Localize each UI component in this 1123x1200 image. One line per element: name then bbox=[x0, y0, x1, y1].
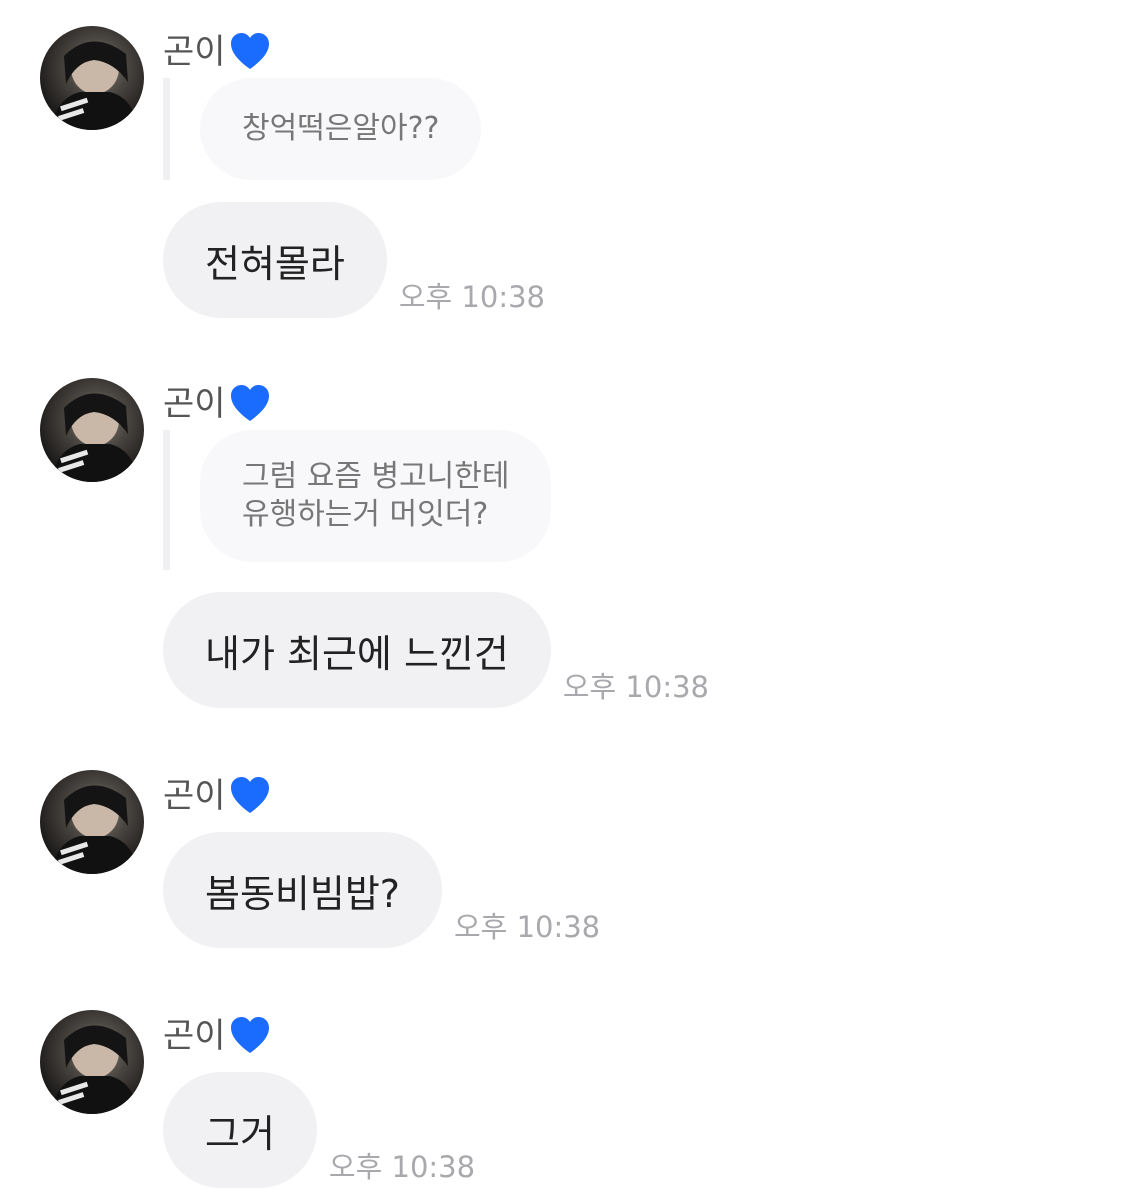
sender-label: 곤이 bbox=[163, 380, 272, 428]
quoted-message: 창억떡은알아?? bbox=[200, 78, 482, 180]
avatar[interactable] bbox=[40, 1010, 144, 1114]
quoted-reply[interactable]: 그럼 요즘 병고니한테 유행하는거 머잇더? bbox=[163, 430, 552, 570]
sender-name: 곤이 bbox=[163, 384, 226, 424]
message-group: 곤이 그럼 요즘 병고니한테 유행하는거 머잇더? 내가 최근에 느낀건 오후 … bbox=[0, 378, 1123, 718]
blue-heart-icon bbox=[230, 1017, 269, 1053]
message-group: 곤이 그거 오후 10:38 bbox=[0, 1010, 1123, 1190]
message-time: 오후 10:38 bbox=[398, 280, 545, 314]
blue-heart-icon bbox=[230, 385, 269, 421]
message-bubble[interactable]: 봄동비빔밥? bbox=[163, 832, 442, 948]
message-time: 오후 10:38 bbox=[453, 910, 601, 944]
blue-heart-icon bbox=[230, 33, 269, 69]
blue-heart-icon bbox=[230, 777, 269, 813]
quoted-reply[interactable]: 창억떡은알아?? bbox=[163, 78, 482, 180]
message-bubble[interactable]: 그거 bbox=[163, 1072, 317, 1188]
message-row: 그거 오후 10:38 bbox=[163, 1072, 475, 1188]
avatar[interactable] bbox=[40, 770, 144, 874]
message-bubble[interactable]: 내가 최근에 느낀건 bbox=[163, 592, 551, 708]
message-group: 곤이 봄동비빔밥? 오후 10:38 bbox=[0, 770, 1123, 950]
message-group: 곤이 창억떡은알아?? 전혀몰라 오후 10:38 bbox=[0, 26, 1123, 326]
message-time: 오후 10:38 bbox=[328, 1150, 476, 1184]
quoted-message: 그럼 요즘 병고니한테 유행하는거 머잇더? bbox=[200, 430, 552, 562]
message-bubble[interactable]: 전혀몰라 bbox=[163, 202, 387, 318]
message-row: 봄동비빔밥? 오후 10:38 bbox=[163, 832, 600, 948]
sender-label: 곤이 bbox=[163, 1012, 272, 1060]
avatar[interactable] bbox=[40, 26, 144, 130]
sender-name: 곤이 bbox=[163, 776, 226, 816]
message-time: 오후 10:38 bbox=[562, 670, 709, 704]
message-row: 내가 최근에 느낀건 오후 10:38 bbox=[163, 592, 709, 708]
avatar[interactable] bbox=[40, 378, 144, 482]
sender-label: 곤이 bbox=[163, 28, 272, 76]
sender-name: 곤이 bbox=[163, 32, 226, 72]
sender-label: 곤이 bbox=[163, 772, 272, 820]
sender-name: 곤이 bbox=[163, 1016, 226, 1056]
message-row: 전혀몰라 오후 10:38 bbox=[163, 202, 545, 318]
